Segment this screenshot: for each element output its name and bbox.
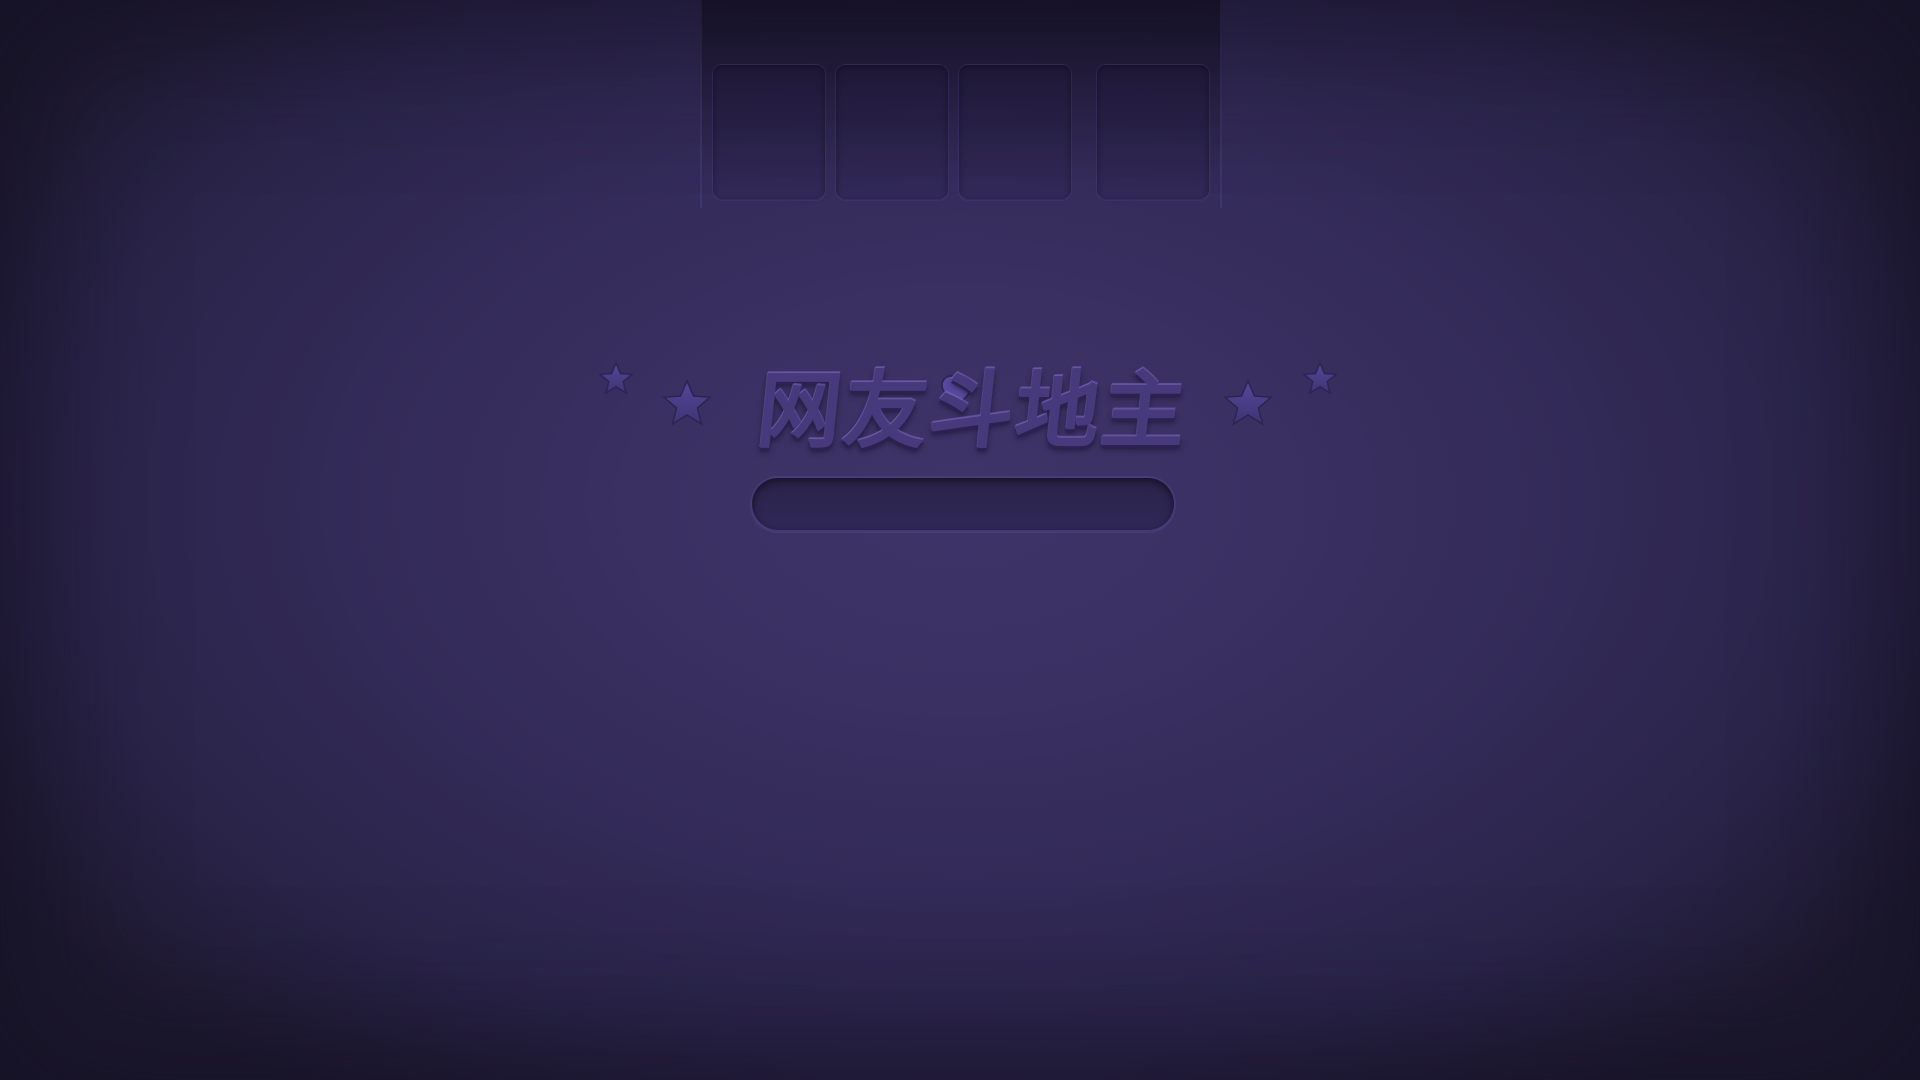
card-slot-1 bbox=[712, 64, 826, 200]
game-logo: 网友斗地主 bbox=[590, 355, 1350, 470]
loading-progress-bar bbox=[750, 476, 1176, 532]
star-icon bbox=[662, 379, 712, 426]
star-icon bbox=[1223, 379, 1273, 426]
star-icon bbox=[1302, 361, 1338, 395]
star-icon bbox=[598, 361, 634, 395]
card-display-panel bbox=[700, 0, 1222, 208]
game-title: 网友斗地主 bbox=[752, 362, 1194, 460]
game-background: 网友斗地主 bbox=[0, 0, 1920, 1080]
card-slot-4 bbox=[1096, 64, 1210, 200]
card-slot-2 bbox=[835, 64, 949, 200]
card-slot-3 bbox=[958, 64, 1072, 200]
